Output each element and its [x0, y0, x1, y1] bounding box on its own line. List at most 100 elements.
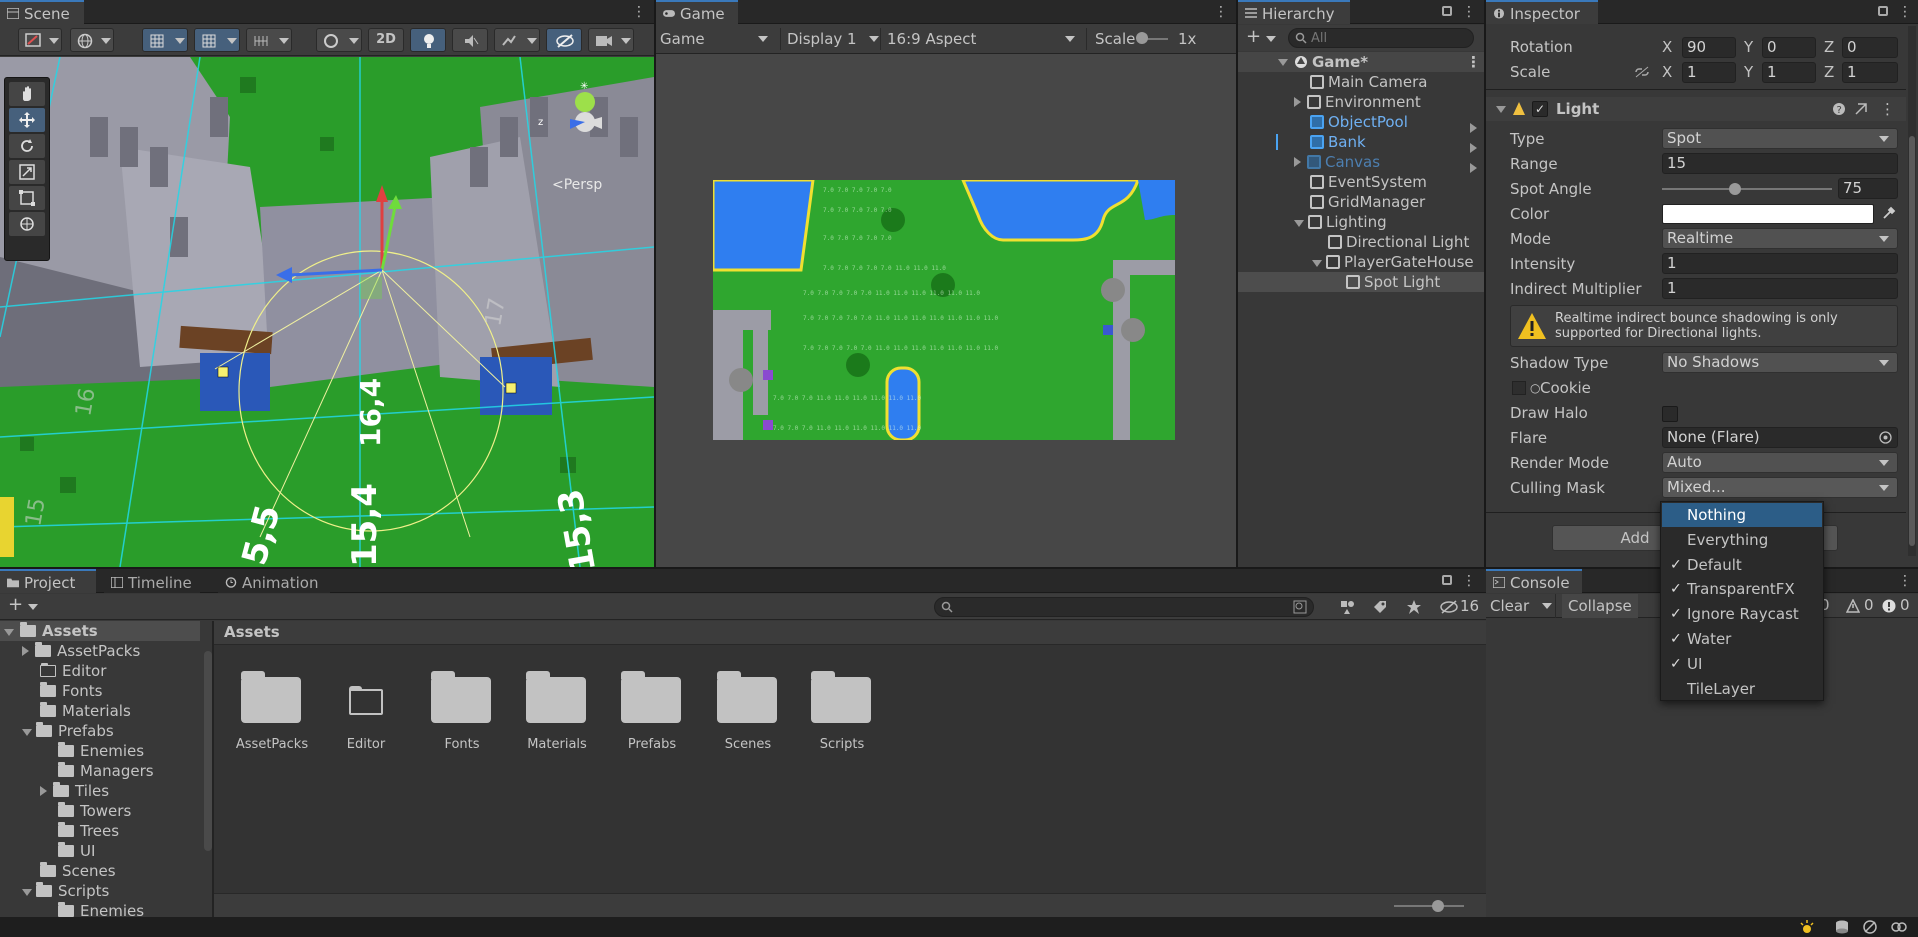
inspector-scrollbar[interactable] — [1908, 26, 1916, 556]
camera-button[interactable] — [588, 28, 634, 52]
scene-viewport[interactable]: 16,4 15,5 15,4 15,3 16 17 15 z ✳ <Persp — [0, 57, 654, 567]
tab-console[interactable]: Console — [1486, 569, 1582, 593]
asset-folder-fonts[interactable]: Fonts — [414, 661, 510, 761]
culling-option-transparentfx[interactable]: ✓ TransparentFX — [1662, 577, 1822, 601]
tree-item-scripts[interactable]: Scripts — [22, 881, 109, 901]
tab-hierarchy[interactable]: Hierarchy — [1238, 0, 1350, 24]
inspector-scrollbar-thumb[interactable] — [1909, 136, 1915, 546]
color-swatch[interactable] — [1662, 204, 1874, 224]
rect-tool-button[interactable] — [9, 186, 45, 210]
component-menu-icon[interactable]: ⋮ — [1880, 97, 1895, 121]
draw-mode-button[interactable] — [18, 28, 62, 52]
error-count-icon[interactable] — [1882, 599, 1896, 613]
console-clear-button[interactable]: Clear — [1490, 594, 1557, 618]
rotation-z-field[interactable]: 0 — [1842, 37, 1898, 58]
hierarchy-item-gridmanager[interactable]: GridManager — [1310, 192, 1425, 212]
hierarchy-item-objectpool[interactable]: ObjectPool — [1310, 112, 1408, 132]
warning-count-icon[interactable] — [1846, 599, 1860, 613]
tree-scrollbar[interactable] — [204, 651, 212, 851]
hierarchy-menu-icon[interactable]: ⋮ — [1462, 4, 1476, 20]
grid-button[interactable] — [194, 28, 240, 52]
debug-mode-icon[interactable] — [1862, 919, 1878, 935]
hierarchy-search[interactable] — [1288, 28, 1474, 48]
cookie-foldout-checkbox[interactable] — [1512, 381, 1526, 395]
console-menu-icon[interactable]: ⋮ — [1898, 573, 1912, 589]
asset-folder-assetpacks[interactable]: AssetPacks — [224, 661, 320, 761]
tree-item-assets[interactable]: Assets — [0, 621, 200, 641]
display-dropdown[interactable]: Display 1 — [780, 28, 880, 50]
draw-halo-checkbox[interactable] — [1662, 406, 1678, 422]
transform-tools-button[interactable] — [142, 28, 188, 52]
object-picker-icon[interactable] — [1879, 431, 1892, 444]
project-menu-icon[interactable]: ⋮ — [1462, 573, 1476, 589]
tab-project[interactable]: Project — [0, 569, 96, 593]
rotation-y-field[interactable]: 0 — [1762, 37, 1816, 58]
render-mode-dropdown[interactable]: Auto — [1662, 452, 1898, 473]
tab-timeline[interactable]: Timeline — [104, 569, 200, 593]
hierarchy-item-environment[interactable]: Environment — [1294, 92, 1421, 112]
tab-scene[interactable]: Scene — [0, 0, 84, 24]
tab-animation[interactable]: Animation — [218, 569, 330, 593]
asset-folder-scripts[interactable]: Scripts — [794, 661, 890, 761]
create-button[interactable]: + — [1246, 28, 1278, 48]
lock-icon[interactable] — [1878, 6, 1888, 16]
orientation-gizmo[interactable]: z ✳ <Persp — [530, 77, 630, 193]
hierarchy-item-playergatehouse[interactable]: PlayerGateHouse — [1312, 252, 1474, 272]
shadow-type-dropdown[interactable]: No Shadows — [1662, 352, 1898, 373]
hidden-objects-toggle[interactable] — [546, 28, 582, 52]
culling-option-ui[interactable]: ✓ UI — [1662, 652, 1822, 676]
increment-snap-button[interactable] — [246, 28, 292, 52]
tree-item-enemies[interactable]: Enemies — [58, 741, 144, 761]
hierarchy-item-game[interactable]: Game* ⋮ — [1238, 52, 1484, 72]
2d-toggle[interactable]: 2D — [368, 28, 404, 52]
view-tool-button[interactable] — [9, 82, 45, 106]
hierarchy-item-lighting[interactable]: Lighting — [1294, 212, 1387, 232]
lock-icon[interactable] — [1442, 6, 1452, 16]
tab-game[interactable]: Game — [656, 0, 738, 24]
render-mode-button[interactable] — [70, 28, 114, 52]
culling-option-nothing[interactable]: Nothing — [1662, 503, 1822, 527]
tree-item-managers[interactable]: Managers — [58, 761, 154, 781]
game-menu-icon[interactable]: ⋮ — [1214, 4, 1228, 20]
spot-angle-slider[interactable] — [1662, 188, 1832, 190]
spot-angle-field[interactable]: 75 — [1838, 178, 1898, 199]
type-dropdown[interactable]: Spot — [1662, 128, 1898, 149]
culling-option-everything[interactable]: Everything — [1662, 528, 1822, 552]
lock-icon[interactable] — [1442, 575, 1452, 585]
culling-option-ignore-raycast[interactable]: ✓ Ignore Raycast — [1662, 602, 1822, 626]
scene-menu-kebab[interactable]: ⋮ — [1466, 52, 1481, 72]
help-icon[interactable]: ? — [1832, 102, 1846, 116]
project-create-button[interactable]: + — [8, 596, 40, 616]
persp-label[interactable]: <Persp — [552, 177, 602, 193]
aspect-dropdown[interactable]: 16:9 Aspect — [880, 28, 1080, 50]
scene-menu-icon[interactable]: ⋮ — [632, 4, 646, 20]
scale-slider-handle[interactable] — [1136, 32, 1148, 44]
cache-server-icon[interactable] — [1834, 919, 1850, 935]
hidden-packages-icon[interactable] — [1440, 599, 1458, 615]
asset-folder-materials[interactable]: Materials — [509, 661, 605, 761]
spot-angle-slider-handle[interactable] — [1729, 183, 1742, 195]
rotation-x-field[interactable]: 90 — [1682, 37, 1736, 58]
mode-dropdown[interactable]: Realtime — [1662, 228, 1898, 249]
tree-item-editor[interactable]: Editor — [40, 661, 106, 681]
collab-icon[interactable] — [1890, 919, 1908, 935]
scale-tool-button[interactable] — [9, 160, 45, 184]
effects-button[interactable] — [494, 28, 540, 52]
game-view-dropdown[interactable]: Game — [660, 28, 774, 50]
hierarchy-item-canvas[interactable]: Canvas — [1294, 152, 1380, 172]
scale-y-field[interactable]: 1 — [1762, 62, 1816, 83]
culling-mask-dropdown[interactable]: Mixed... — [1662, 477, 1898, 498]
favorite-star-icon[interactable] — [1406, 599, 1422, 615]
indirect-multiplier-field[interactable]: 1 — [1662, 278, 1898, 299]
inspector-menu-icon[interactable]: ⋮ — [1898, 4, 1912, 20]
light-component-header[interactable]: ✓ Light ? ⋮ — [1486, 97, 1906, 121]
lighting-toggle[interactable] — [410, 28, 446, 52]
culling-option-default[interactable]: ✓ Default — [1662, 553, 1822, 577]
culling-option-water[interactable]: ✓ Water — [1662, 627, 1822, 651]
expand-arrow-icon[interactable] — [1470, 119, 1477, 137]
label-tag-icon[interactable] — [1372, 599, 1388, 615]
hierarchy-item-eventsystem[interactable]: EventSystem — [1310, 172, 1427, 192]
expand-arrow-icon[interactable] — [1470, 139, 1477, 157]
filter-by-type-icon[interactable] — [1340, 599, 1356, 615]
flare-field[interactable]: None (Flare) — [1662, 427, 1898, 448]
